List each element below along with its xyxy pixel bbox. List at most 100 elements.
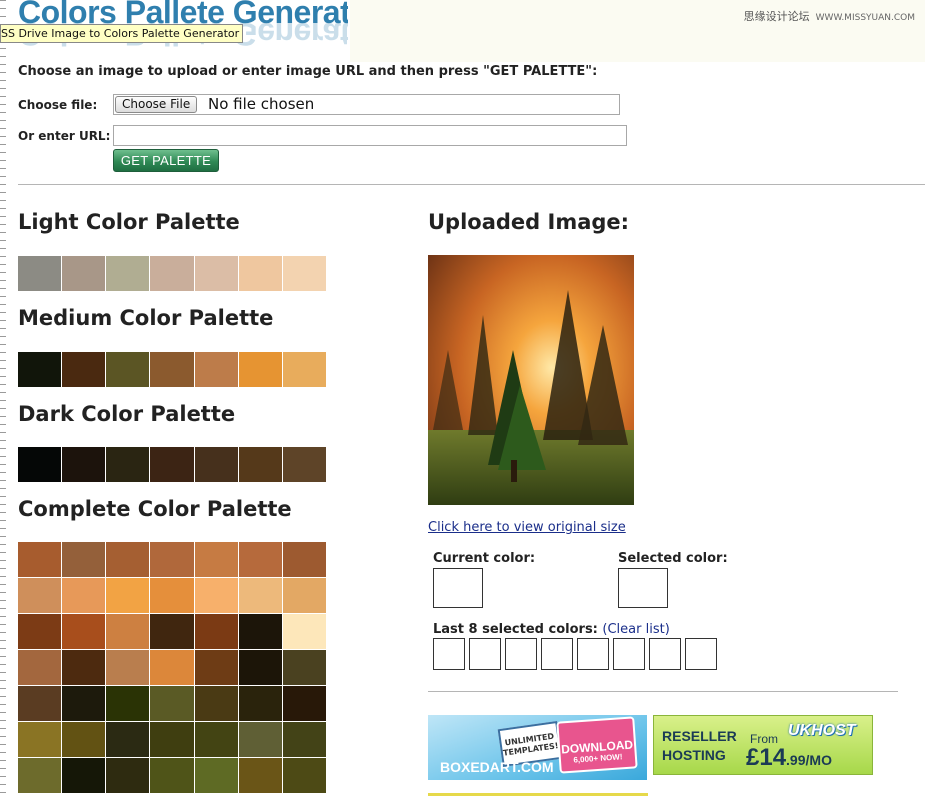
palette-swatch[interactable]	[106, 650, 150, 685]
palette-swatch[interactable]	[150, 447, 194, 482]
palette-swatch[interactable]	[282, 686, 326, 721]
palette-swatch[interactable]	[62, 614, 106, 649]
palette-swatch[interactable]	[62, 686, 106, 721]
palette-swatch[interactable]	[62, 256, 106, 291]
palette-swatch[interactable]	[106, 256, 150, 291]
palette-swatch[interactable]	[238, 352, 282, 387]
last8-label-text: Last 8 selected colors:	[433, 622, 598, 637]
light-palette-title: Light Color Palette	[18, 210, 240, 234]
palette-swatch[interactable]	[194, 256, 238, 291]
price-main: £14	[746, 744, 787, 771]
palette-swatch[interactable]	[194, 447, 238, 482]
palette-swatch[interactable]	[18, 542, 62, 577]
palette-swatch[interactable]	[106, 352, 150, 387]
palette-swatch[interactable]	[150, 352, 194, 387]
palette-swatch[interactable]	[62, 578, 106, 613]
tooltip: SS Drive Image to Colors Palette Generat…	[0, 24, 244, 43]
palette-swatch[interactable]	[194, 542, 238, 577]
choose-file-button[interactable]: Choose File	[115, 96, 198, 113]
palette-swatch[interactable]	[194, 758, 238, 793]
palette-swatch[interactable]	[18, 578, 62, 613]
palette-swatch[interactable]	[282, 758, 326, 793]
palette-swatch[interactable]	[106, 578, 150, 613]
get-palette-button[interactable]: GET PALETTE	[113, 149, 219, 172]
palette-swatch[interactable]	[18, 614, 62, 649]
palette-swatch[interactable]	[62, 758, 106, 793]
reseller-text: RESELLER	[662, 728, 737, 744]
palette-swatch[interactable]	[194, 614, 238, 649]
uploaded-image-title: Uploaded Image:	[428, 210, 630, 234]
boxedart-ad[interactable]: UNLIMITED TEMPLATES! DOWNLOAD 6,000+ NOW…	[428, 715, 647, 780]
choose-file-label: Choose file:	[18, 98, 98, 112]
palette-swatch[interactable]	[282, 650, 326, 685]
palette-swatch[interactable]	[150, 758, 194, 793]
palette-swatch[interactable]	[238, 722, 282, 757]
last8-swatch[interactable]	[433, 638, 465, 670]
palette-swatch[interactable]	[282, 256, 326, 291]
uploaded-image[interactable]	[428, 255, 634, 505]
last8-swatch[interactable]	[613, 638, 645, 670]
palette-swatch[interactable]	[150, 578, 194, 613]
palette-swatch[interactable]	[62, 542, 106, 577]
palette-swatch[interactable]	[18, 256, 62, 291]
palette-swatch[interactable]	[150, 542, 194, 577]
palette-swatch[interactable]	[282, 722, 326, 757]
palette-swatch[interactable]	[238, 650, 282, 685]
palette-swatch[interactable]	[238, 686, 282, 721]
palette-swatch[interactable]	[282, 614, 326, 649]
palette-swatch[interactable]	[106, 722, 150, 757]
last8-swatch[interactable]	[685, 638, 717, 670]
left-ruler	[0, 0, 6, 796]
palette-swatch[interactable]	[238, 447, 282, 482]
palette-swatch[interactable]	[18, 722, 62, 757]
divider	[428, 691, 898, 692]
view-original-link[interactable]: Click here to view original size	[428, 520, 626, 535]
divider	[18, 184, 925, 185]
palette-swatch[interactable]	[194, 352, 238, 387]
palette-swatch[interactable]	[18, 352, 62, 387]
palette-swatch[interactable]	[150, 650, 194, 685]
palette-swatch[interactable]	[194, 686, 238, 721]
palette-swatch[interactable]	[238, 542, 282, 577]
palette-swatch[interactable]	[62, 722, 106, 757]
light-palette	[18, 256, 326, 291]
palette-swatch[interactable]	[18, 650, 62, 685]
last8-swatch[interactable]	[577, 638, 609, 670]
palette-swatch[interactable]	[18, 447, 62, 482]
last8-swatch[interactable]	[505, 638, 537, 670]
palette-swatch[interactable]	[194, 650, 238, 685]
palette-swatch[interactable]	[238, 758, 282, 793]
palette-swatch[interactable]	[282, 352, 326, 387]
palette-swatch[interactable]	[62, 352, 106, 387]
palette-swatch[interactable]	[238, 614, 282, 649]
ukhost-ad[interactable]: RESELLER HOSTING From £14.99/MO UKHOST	[653, 715, 873, 775]
palette-swatch[interactable]	[194, 578, 238, 613]
palette-swatch[interactable]	[106, 686, 150, 721]
palette-swatch[interactable]	[238, 256, 282, 291]
palette-swatch[interactable]	[282, 447, 326, 482]
palette-swatch[interactable]	[150, 686, 194, 721]
last8-swatch[interactable]	[541, 638, 573, 670]
palette-swatch[interactable]	[194, 722, 238, 757]
palette-swatch[interactable]	[282, 542, 326, 577]
file-input[interactable]: Choose File No file chosen	[113, 94, 620, 115]
palette-swatch[interactable]	[62, 447, 106, 482]
last8-swatch[interactable]	[649, 638, 681, 670]
palette-swatch[interactable]	[150, 256, 194, 291]
palette-swatch[interactable]	[106, 542, 150, 577]
palette-swatch[interactable]	[106, 447, 150, 482]
boxedart-brand: BOXEDART.COM	[440, 759, 554, 775]
price-cents: .99	[786, 752, 806, 768]
palette-swatch[interactable]	[62, 650, 106, 685]
palette-swatch[interactable]	[18, 758, 62, 793]
palette-swatch[interactable]	[150, 614, 194, 649]
palette-swatch[interactable]	[106, 614, 150, 649]
palette-swatch[interactable]	[282, 578, 326, 613]
palette-swatch[interactable]	[18, 686, 62, 721]
last8-swatch[interactable]	[469, 638, 501, 670]
url-input[interactable]	[113, 125, 627, 146]
palette-swatch[interactable]	[238, 578, 282, 613]
palette-swatch[interactable]	[150, 722, 194, 757]
palette-swatch[interactable]	[106, 758, 150, 793]
clear-list-link[interactable]: (Clear list)	[602, 622, 669, 637]
